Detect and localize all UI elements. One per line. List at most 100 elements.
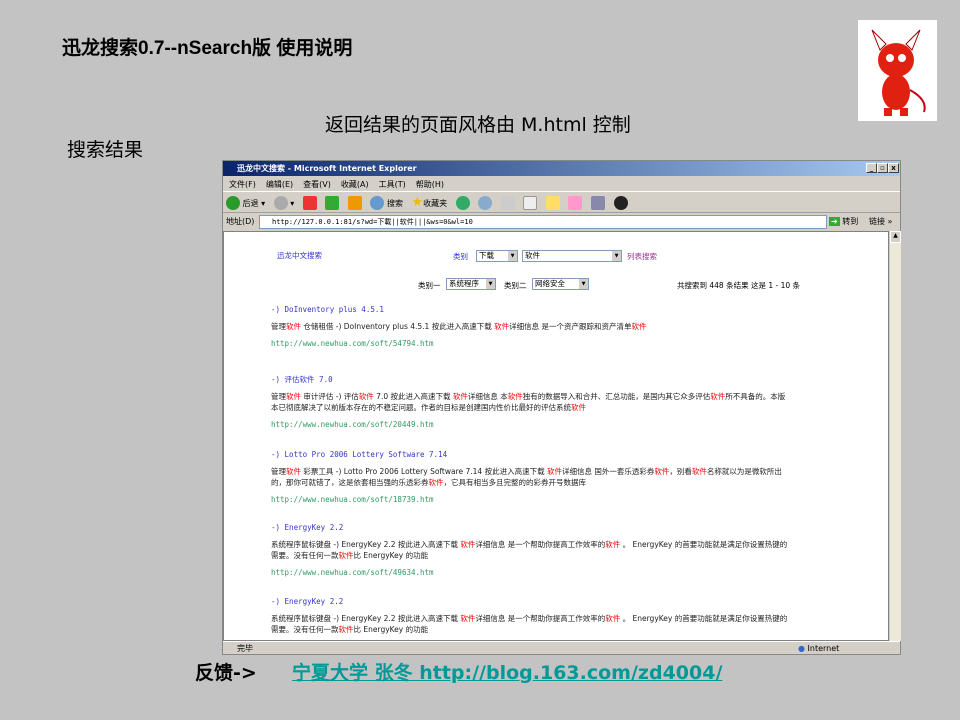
result-item: -) Lotto Pro 2006 Lottery Software 7.14 管… — [271, 449, 791, 505]
query-input[interactable]: 软件 — [522, 250, 622, 262]
description-text: 系统程序鼠标键盘 -) EnergyKey 2.2 按此进入高速下载 — [271, 540, 461, 549]
result-summary: 共搜索到 448 条结果 这是 1 - 10 条 — [677, 281, 801, 290]
highlight-term: 软件 — [460, 540, 476, 549]
scroll-up-arrow[interactable]: ▲ — [890, 231, 901, 243]
description-text: 7.0 按此进入高速下载 — [373, 392, 453, 401]
highlight-term: 软件 — [691, 467, 707, 476]
description-text: ，它具有相当多且完整的的彩券开号数据库 — [443, 478, 587, 487]
highlight-term: 软件 — [631, 322, 647, 331]
zone-label: Internet — [807, 644, 840, 653]
menu-file[interactable]: 文件(F) — [229, 180, 256, 189]
notes-icon[interactable] — [545, 196, 560, 210]
result-url[interactable]: http://www.newhua.com/soft/18739.htm — [271, 494, 791, 505]
menu-edit[interactable]: 编辑(E) — [266, 180, 293, 189]
result-title-link[interactable]: -) 评估软件 7.0 — [271, 374, 791, 385]
result-description: 系统程序鼠标键盘 -) EnergyKey 2.2 按此进入高速下载 软件详细信… — [271, 613, 791, 635]
result-item: -) EnergyKey 2.2 系统程序鼠标键盘 -) EnergyKey 2.… — [271, 596, 791, 640]
menu-bar: 文件(F) 编辑(E) 查看(V) 收藏(A) 工具(T) 帮助(H) — [223, 177, 900, 192]
highlight-term: 软件 — [605, 614, 621, 623]
result-url[interactable]: http://www.newhua.com/soft/20449.htm — [271, 419, 791, 430]
slide-subtitle: 返回结果的页面风格由 M.html 控制 — [325, 114, 631, 136]
highlight-term: 软件 — [286, 392, 301, 401]
favorites-button[interactable]: ★收藏夹 — [412, 192, 448, 214]
highlight-term: 软件 — [494, 322, 510, 331]
status-text: 完毕 — [237, 644, 253, 653]
section-label: 搜索结果 — [67, 139, 144, 161]
highlight-term: 软件 — [546, 467, 562, 476]
highlight-term: 软件 — [605, 540, 621, 549]
tools-icon[interactable] — [590, 196, 605, 210]
messenger-icon[interactable] — [568, 196, 583, 210]
description-text: 彩票工具 -) Lotto Pro 2006 Lottery Software … — [301, 467, 547, 476]
list-search-link[interactable]: 列表搜索 — [627, 251, 657, 262]
menu-tools[interactable]: 工具(T) — [379, 180, 406, 189]
go-button[interactable]: ➔ 转到 — [829, 214, 858, 230]
result-title-link[interactable]: -) EnergyKey 2.2 — [271, 522, 791, 533]
result-description: 系统程序鼠标键盘 -) EnergyKey 2.2 按此进入高速下载 软件详细信… — [271, 539, 791, 561]
description-text: 系统程序鼠标键盘 -) EnergyKey 2.2 按此进入高速下载 — [271, 614, 461, 623]
mail-icon[interactable] — [478, 196, 493, 210]
refresh-icon[interactable] — [325, 196, 340, 210]
menu-view[interactable]: 查看(V) — [303, 180, 331, 189]
minimize-button[interactable]: _ — [866, 163, 877, 173]
category-select[interactable]: 下载 — [476, 250, 518, 262]
highlight-term: 软件 — [286, 322, 301, 331]
qq-icon[interactable] — [613, 196, 628, 210]
go-label: 转到 — [842, 217, 859, 226]
maximize-button[interactable]: ▫ — [877, 163, 888, 173]
description-text: 比 EnergyKey 的功能 — [353, 625, 429, 634]
description-text: 审计评估 -) 评估 — [301, 392, 359, 401]
cat2-select[interactable]: 网络安全 — [532, 278, 589, 290]
back-button[interactable]: 后退 ▾ — [226, 193, 265, 214]
cat1-select[interactable]: 系统程序 — [446, 278, 496, 290]
result-title-link[interactable]: -) DoInventory plus 4.5.1 — [271, 304, 791, 315]
result-item: -) EnergyKey 2.2 系统程序鼠标键盘 -) EnergyKey 2.… — [271, 522, 791, 578]
category-label: 类别 — [453, 252, 468, 261]
ie-window: 迅龙中文搜索 - Microsoft Internet Explorer _ ▫… — [222, 160, 901, 655]
result-description: 管理软件 仓储租借 -) DoInventory plus 4.5.1 按此进入… — [271, 321, 791, 332]
menu-help[interactable]: 帮助(H) — [416, 180, 444, 189]
highlight-term: 软件 — [507, 392, 523, 401]
result-url[interactable]: http://www.newhua.com/soft/54794.htm — [271, 338, 791, 349]
result-title-link[interactable]: -) Lotto Pro 2006 Lottery Software 7.14 — [271, 449, 791, 460]
address-bar: 地址(D) http://127.0.0.1:81/s?wd=下載||软件|||… — [223, 214, 900, 230]
globe-icon: ● — [798, 644, 805, 653]
result-title-link[interactable]: -) EnergyKey 2.2 — [271, 596, 791, 607]
cat1-label: 类别一 — [418, 281, 441, 290]
links-button[interactable]: 链接 » — [869, 214, 892, 230]
search-button[interactable]: 搜索 — [370, 193, 403, 214]
description-text: 独有的数据导入和合并、汇总功能，是国内其它众多评估 — [522, 392, 711, 401]
search-icon — [370, 196, 385, 210]
description-text: 管理 — [271, 467, 286, 476]
site-logo-link[interactable]: 迅龙中文搜索 — [277, 250, 322, 261]
feedback-link[interactable]: 宁夏大学 张冬 http://blog.163.com/zd4004/ — [292, 658, 722, 685]
page-content: 迅龙中文搜索 类别 下载 软件 列表搜索 类别一 系统程序 类别二 网络安全 共… — [223, 231, 889, 641]
highlight-term: 软件 — [452, 392, 468, 401]
highlight-term: 软件 — [338, 625, 354, 634]
menu-favorites[interactable]: 收藏(A) — [341, 180, 369, 189]
description-text: 仓储租借 -) DoInventory plus 4.5.1 按此进入高速下载 — [301, 322, 495, 331]
description-text: 详细信息 国外一套乐透彩券 — [561, 467, 655, 476]
vertical-scrollbar[interactable]: ▲ — [889, 231, 901, 641]
history-icon[interactable] — [455, 196, 470, 210]
description-text: 管理 — [271, 392, 286, 401]
forward-button[interactable]: ▾ — [273, 193, 294, 214]
zone-indicator: ● Internet — [798, 642, 839, 656]
highlight-term: 软件 — [460, 614, 476, 623]
result-url[interactable]: http://www.newhua.com/soft/49634.htm — [271, 567, 791, 578]
description-text: 详细信息 是一个资产跟踪和资产清单 — [509, 322, 632, 331]
close-button[interactable]: x — [888, 163, 899, 173]
back-label: 后退 — [242, 198, 259, 208]
status-bar: 完毕 ● Internet — [223, 641, 900, 655]
print-icon[interactable] — [500, 196, 515, 210]
address-input[interactable]: http://127.0.0.1:81/s?wd=下載||软件|||&ws=0&… — [259, 215, 827, 229]
go-arrow-icon: ➔ — [829, 217, 840, 226]
description-text: 详细信息 是一个帮助你提高工作效率的 — [475, 540, 606, 549]
description-text: 管理 — [271, 322, 286, 331]
star-icon: ★ — [411, 195, 424, 210]
stop-icon[interactable] — [302, 196, 317, 210]
home-icon[interactable] — [347, 196, 362, 210]
slide-title: 迅龙搜索0.7--nSearch版 使用说明 — [62, 38, 353, 59]
result-item: -) 评估软件 7.0 管理软件 审计评估 -) 评估软件 7.0 按此进入高速下… — [271, 374, 791, 430]
edit-icon[interactable] — [523, 196, 538, 210]
